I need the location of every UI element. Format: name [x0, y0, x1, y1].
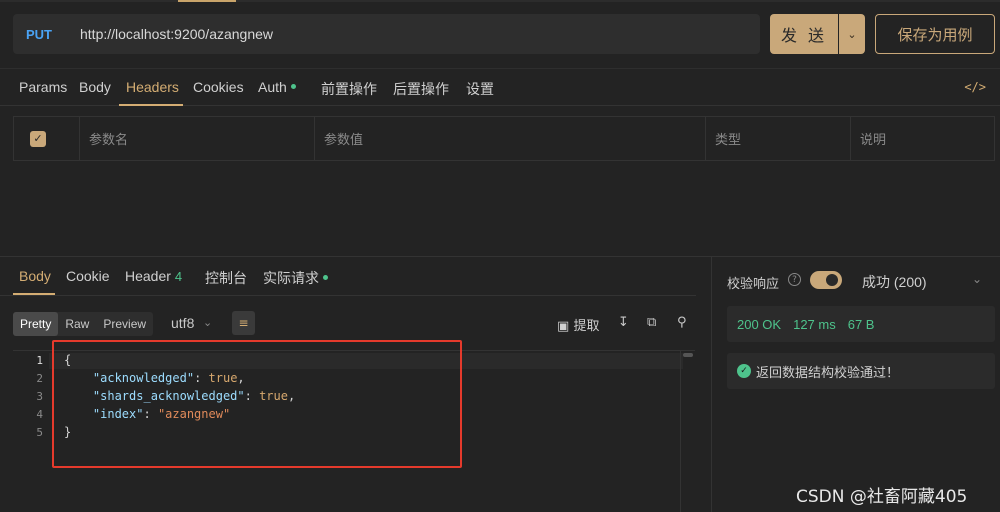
chevron-down-icon: ⌄ — [203, 316, 213, 329]
extract-icon: ▣ — [557, 319, 570, 334]
tab-auth-label: Auth — [258, 79, 287, 95]
column-header-description: 说明 — [860, 133, 887, 148]
column-header-value: 参数值 — [315, 117, 706, 160]
line-number: 2 — [36, 372, 43, 385]
extract-button[interactable]: ▣ 提取 — [557, 315, 599, 334]
search-icon[interactable]: ⚲ — [677, 315, 687, 330]
response-tab-underline — [13, 293, 55, 295]
tab-settings[interactable]: 设置 — [466, 79, 494, 99]
response-tab-actual-request-label: 实际请求 — [263, 270, 319, 286]
save-as-case-button[interactable]: 保存为用例 — [875, 14, 995, 54]
line-number: 1 — [36, 354, 43, 367]
tab-underline — [119, 104, 183, 106]
method-selector[interactable]: PUT — [26, 27, 80, 42]
url-input[interactable]: http://localhost:9200/azangnew — [80, 26, 273, 42]
toggle-knob — [826, 274, 838, 286]
url-bar[interactable]: PUT http://localhost:9200/azangnew — [13, 14, 760, 54]
response-tab-body[interactable]: Body — [19, 268, 51, 284]
check-circle-icon: ✓ — [737, 364, 751, 378]
send-button[interactable]: 发 送 — [770, 14, 838, 54]
view-mode-switch: Pretty Raw Preview — [13, 312, 154, 336]
chevron-down-icon: ⌄ — [847, 27, 857, 41]
select-all-cell: ✓ — [14, 117, 80, 160]
validation-result-select[interactable]: 成功 (200) — [862, 272, 927, 292]
validation-message-box: ✓ 返回数据结构校验通过！ — [727, 353, 995, 389]
download-icon[interactable]: ↧ — [618, 315, 629, 330]
select-all-checkbox[interactable]: ✓ — [30, 130, 46, 147]
actual-request-dot — [323, 275, 328, 281]
line-number: 5 — [36, 426, 43, 439]
line-number: 3 — [36, 390, 43, 403]
scrollbar-thumb[interactable] — [683, 353, 693, 357]
tab-pre-actions[interactable]: 前置操作 — [321, 79, 377, 99]
copy-icon[interactable]: ⧉ — [647, 315, 656, 330]
response-time: 127 ms — [793, 316, 836, 332]
watermark: CSDN @社畜阿藏405 — [796, 487, 968, 507]
wrap-icon: ≡ — [238, 316, 249, 330]
line-number-gutter: 1 2 3 4 5 — [13, 351, 49, 512]
response-tab-header[interactable]: Header 4 — [125, 268, 182, 284]
response-panel-divider — [711, 257, 712, 512]
top-border — [0, 0, 1000, 2]
code-icon[interactable]: </> — [964, 80, 986, 94]
encoding-select[interactable]: utf8 — [171, 315, 194, 331]
response-size: 67 B — [847, 316, 875, 332]
view-pretty[interactable]: Pretty — [13, 312, 59, 336]
response-tabs: Body Cookie Header 4 控制台 实际请求 — [0, 256, 696, 296]
response-tab-cookie[interactable]: Cookie — [66, 268, 110, 284]
column-header-type: 类型 — [706, 117, 851, 160]
line-number: 4 — [36, 408, 43, 421]
send-dropdown-button[interactable]: ⌄ — [839, 14, 865, 54]
status-code: 200 OK — [737, 316, 782, 332]
tab-cookies[interactable]: Cookies — [193, 79, 244, 95]
validate-response-label: 校验响应 — [727, 277, 780, 292]
validation-message: 返回数据结构校验通过！ — [756, 365, 900, 381]
headers-table: ✓ 参数名 参数值 类型 说明 — [13, 116, 995, 161]
vertical-scrollbar[interactable] — [680, 351, 694, 512]
response-tab-console[interactable]: 控制台 — [205, 268, 247, 288]
highlight-annotation-box — [52, 340, 462, 468]
view-preview[interactable]: Preview — [96, 312, 153, 336]
tab-headers[interactable]: Headers — [126, 79, 179, 95]
extract-label: 提取 — [573, 319, 600, 334]
view-raw[interactable]: Raw — [58, 312, 96, 336]
tab-body[interactable]: Body — [79, 79, 111, 95]
active-tab-indicator — [178, 0, 236, 2]
tab-post-actions[interactable]: 后置操作 — [393, 79, 449, 99]
tab-params[interactable]: Params — [19, 79, 67, 95]
word-wrap-button[interactable]: ≡ — [232, 311, 255, 335]
tab-auth[interactable]: Auth — [258, 79, 296, 95]
request-tabs: Params Body Headers Cookies Auth 前置操作 后置… — [0, 68, 1000, 106]
response-tab-header-label: Header — [125, 268, 171, 284]
response-tab-actual-request[interactable]: 实际请求 — [263, 268, 328, 288]
validate-response-toggle[interactable] — [810, 271, 842, 289]
chevron-down-icon[interactable]: ⌄ — [972, 272, 982, 286]
response-stats: 200 OK 127 ms 67 B — [727, 306, 995, 342]
auth-status-dot — [290, 84, 296, 90]
column-header-name: 参数名 — [80, 117, 315, 160]
help-icon[interactable]: ? — [788, 273, 801, 286]
header-count-badge: 4 — [174, 269, 183, 284]
